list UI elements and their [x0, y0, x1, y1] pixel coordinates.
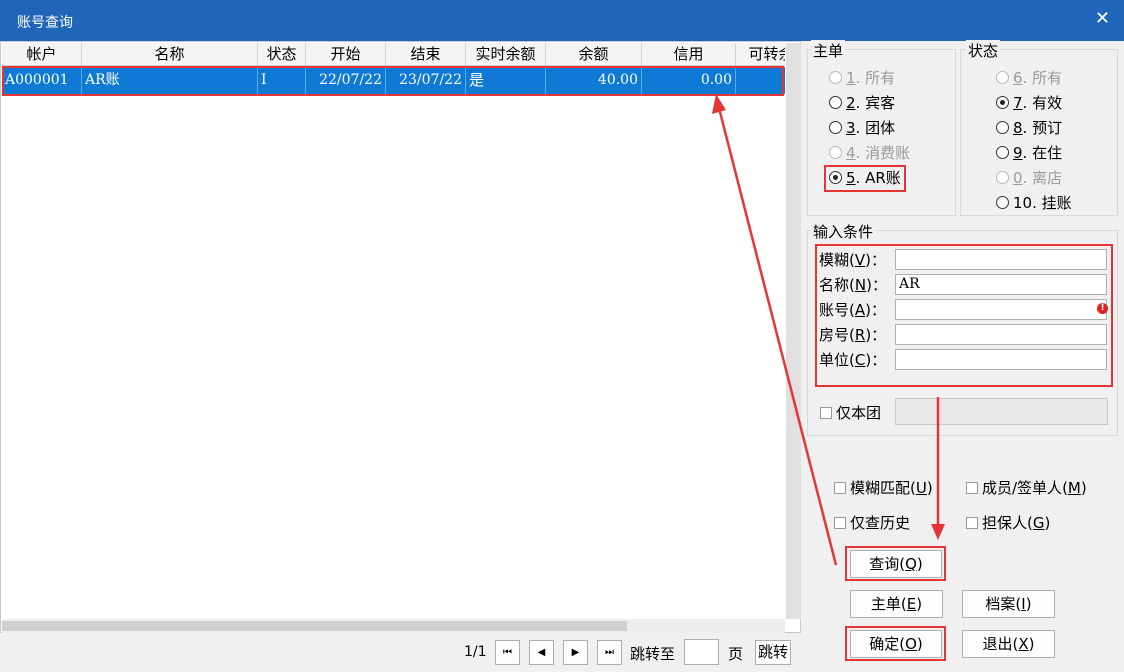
radio-main-group[interactable]: 3. 团体 — [829, 117, 895, 139]
column-header-credit[interactable]: 信用 — [642, 43, 736, 65]
archive-button[interactable]: 档案(I) — [962, 590, 1055, 618]
radio-circle — [829, 121, 842, 134]
checkbox-box — [820, 407, 832, 419]
arrow-head-down — [931, 524, 945, 540]
query-highlight-box — [845, 546, 946, 581]
column-header-account[interactable]: 帐户 — [2, 43, 82, 65]
radio-main-consumption[interactable]: 4. 消费账 — [829, 142, 910, 164]
radio-circle — [996, 71, 1009, 84]
radio-circle — [996, 171, 1009, 184]
radio-status-valid[interactable]: 7. 有效 — [996, 92, 1062, 114]
page-info: 1/1 — [464, 644, 487, 660]
guarantor-checkbox[interactable]: 担保人(G) — [966, 512, 1050, 533]
column-header-end[interactable]: 结束 — [386, 43, 466, 65]
main-order-label: 主单 — [811, 40, 846, 61]
jump-to-label: 跳转至 — [630, 645, 676, 663]
radio-circle — [996, 146, 1009, 159]
vertical-scrollbar[interactable] — [786, 43, 801, 619]
checkbox-box — [834, 517, 846, 529]
status-label: 状态 — [966, 40, 1001, 61]
radio-circle — [829, 96, 842, 109]
group-only-field — [895, 398, 1108, 425]
radio-circle-selected — [996, 96, 1009, 109]
first-page-button[interactable]: ⏮ — [495, 640, 520, 665]
group-only-checkbox[interactable]: 仅本团 — [820, 402, 881, 423]
column-header-start[interactable]: 开始 — [306, 43, 386, 65]
title-bar: 账号查询 ✕ — [0, 0, 1124, 41]
checkbox-box — [834, 482, 846, 494]
column-header-transferable[interactable]: 可转余 — [736, 43, 785, 65]
radio-status-onaccount[interactable]: 10. 挂账 — [996, 192, 1072, 214]
radio-status-reserved[interactable]: 8. 预订 — [996, 117, 1062, 139]
radio-main-all[interactable]: 1. 所有 — [829, 67, 895, 89]
grid-header: 帐户 名称 状态 开始 结束 实时余额 余额 信用 可转余 — [2, 43, 785, 66]
ok-highlight-box — [845, 626, 946, 661]
history-only-checkbox[interactable]: 仅查历史 — [834, 512, 910, 533]
radio-main-guest[interactable]: 2. 宾客 — [829, 92, 895, 114]
radio-status-inhouse[interactable]: 9. 在住 — [996, 142, 1062, 164]
row-highlight-box — [2, 66, 784, 96]
window-title: 账号查询 — [17, 15, 73, 31]
radio-circle — [829, 146, 842, 159]
jump-button[interactable]: 跳转 — [755, 640, 791, 665]
radio-circle — [996, 121, 1009, 134]
prev-page-button[interactable]: ◀ — [529, 640, 554, 665]
horizontal-scroll-thumb[interactable] — [2, 621, 627, 631]
conditions-highlight-box — [815, 244, 1113, 387]
results-grid: 帐户 名称 状态 开始 结束 实时余额 余额 信用 可转余 A000001 AR… — [0, 41, 801, 633]
exit-button[interactable]: 退出(X) — [962, 630, 1055, 658]
column-header-name[interactable]: 名称 — [82, 43, 258, 65]
radio-circle — [829, 71, 842, 84]
next-page-button[interactable]: ▶ — [563, 640, 588, 665]
column-header-balance[interactable]: 余额 — [546, 43, 642, 65]
last-page-button[interactable]: ⏭ — [597, 640, 622, 665]
checkbox-box — [966, 482, 978, 494]
radio-status-departed[interactable]: 0. 离店 — [996, 167, 1062, 189]
pager: 1/1 ⏮ ◀ ▶ ⏭ 跳转至 页 跳转 — [0, 633, 801, 672]
page-number-input[interactable] — [684, 639, 719, 665]
column-header-realtime-balance[interactable]: 实时余额 — [466, 43, 546, 65]
close-icon[interactable]: ✕ — [1095, 9, 1110, 29]
radio-status-all[interactable]: 6. 所有 — [996, 67, 1062, 89]
column-header-status[interactable]: 状态 — [258, 43, 306, 65]
member-checkbox[interactable]: 成员/签单人(M) — [966, 477, 1087, 498]
horizontal-scrollbar[interactable] — [2, 619, 785, 633]
main-order-button[interactable]: 主单(E) — [850, 590, 943, 618]
ar-highlight-box — [824, 165, 906, 192]
radio-circle — [996, 196, 1009, 209]
page-unit-label: 页 — [728, 645, 744, 663]
checkbox-box — [966, 517, 978, 529]
fuzzy-match-checkbox[interactable]: 模糊匹配(U) — [834, 477, 933, 498]
conditions-label: 输入条件 — [811, 221, 876, 242]
